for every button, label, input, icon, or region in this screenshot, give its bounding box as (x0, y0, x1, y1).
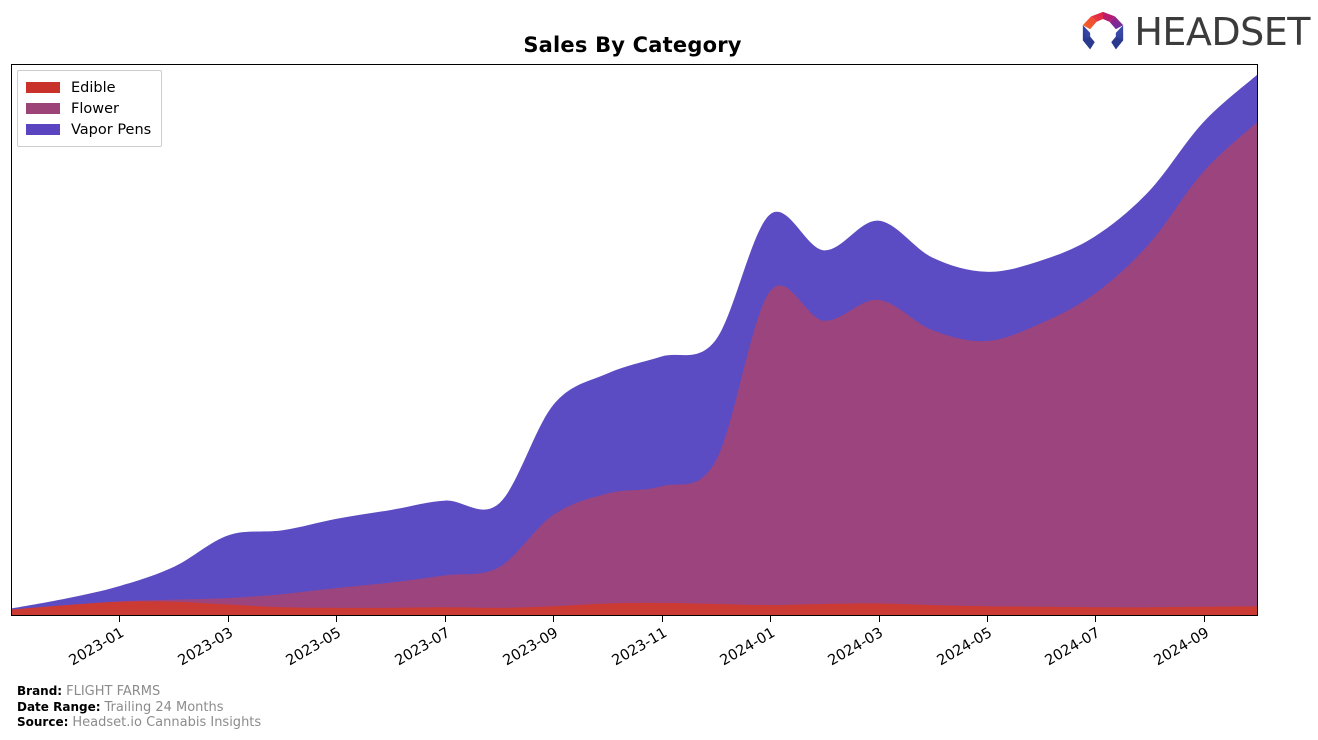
legend-swatch-icon (26, 103, 60, 114)
x-axis-label: 2023-03 (175, 625, 236, 670)
footer-value: Headset.io Cannabis Insights (72, 715, 262, 730)
x-axis-tick (1203, 616, 1205, 622)
legend-item-vapor-pens[interactable]: Vapor Pens (26, 119, 151, 140)
x-axis-label: 2024-01 (717, 625, 779, 670)
footer-label: Date Range: (17, 699, 101, 714)
logo-wordmark: HEADSET (1134, 10, 1310, 54)
x-axis-tick (227, 616, 229, 622)
legend-item-label: Vapor Pens (71, 121, 152, 138)
x-axis-tick (770, 616, 771, 622)
x-axis-label: 2024-03 (825, 625, 887, 670)
footer-row: Brand: FLIGHT FARMS (17, 684, 261, 700)
legend-item-flower[interactable]: Flower (26, 98, 151, 119)
legend-swatch-icon (26, 124, 60, 135)
x-axis-tick (119, 616, 121, 622)
chart-legend: Edible Flower Vapor Pens (17, 70, 163, 147)
x-axis-tick (444, 616, 446, 622)
legend-item-label: Flower (71, 100, 119, 117)
x-axis-label: 2023-07 (392, 625, 453, 670)
legend-item-edible[interactable]: Edible (26, 77, 151, 98)
x-axis: 2023-01 2023-03 2023-05 2023-07 2023-09 2023-… (11, 616, 1258, 686)
x-axis-label: 2023-09 (500, 625, 562, 670)
footer-label: Source: (17, 715, 69, 729)
footer-row: Date Range: Trailing 24 Months (17, 700, 261, 716)
legend-swatch-icon (26, 82, 60, 93)
x-axis-label: 2024-07 (1042, 625, 1104, 670)
x-axis-tick (661, 616, 663, 622)
x-axis-tick (986, 616, 988, 622)
x-axis-label: 2024-09 (1151, 625, 1212, 670)
legend-item-label: Edible (71, 79, 116, 96)
page-title: Sales By Category (523, 33, 742, 57)
headset-hexagon-logo-icon (1083, 11, 1124, 50)
chart-footer: Brand: FLIGHT FARMS Date Range: Trailing 24… (17, 684, 261, 731)
footer-value: Trailing 24 Months (104, 699, 224, 715)
x-axis-tick (1095, 616, 1097, 622)
footer-label: Brand: (17, 684, 63, 698)
x-axis-label: 2023-11 (609, 625, 670, 670)
chart-page: Sales By Category HEADSET Edible Flower … (0, 0, 1318, 740)
footer-row: Source: Headset.io Cannabis Insights (17, 715, 261, 731)
headset-logo: HEADSET (1080, 8, 1310, 56)
footer-value: FLIGHT FARMS (66, 684, 161, 699)
x-axis-tick (336, 616, 338, 622)
x-axis-label: 2023-01 (66, 625, 128, 670)
stacked-area-chart (12, 74, 1257, 615)
x-axis-label: 2023-05 (283, 625, 345, 670)
plot-area (11, 64, 1258, 616)
x-axis-label: 2024-05 (934, 625, 995, 670)
x-axis-tick (878, 616, 880, 622)
x-axis-tick (553, 616, 555, 622)
